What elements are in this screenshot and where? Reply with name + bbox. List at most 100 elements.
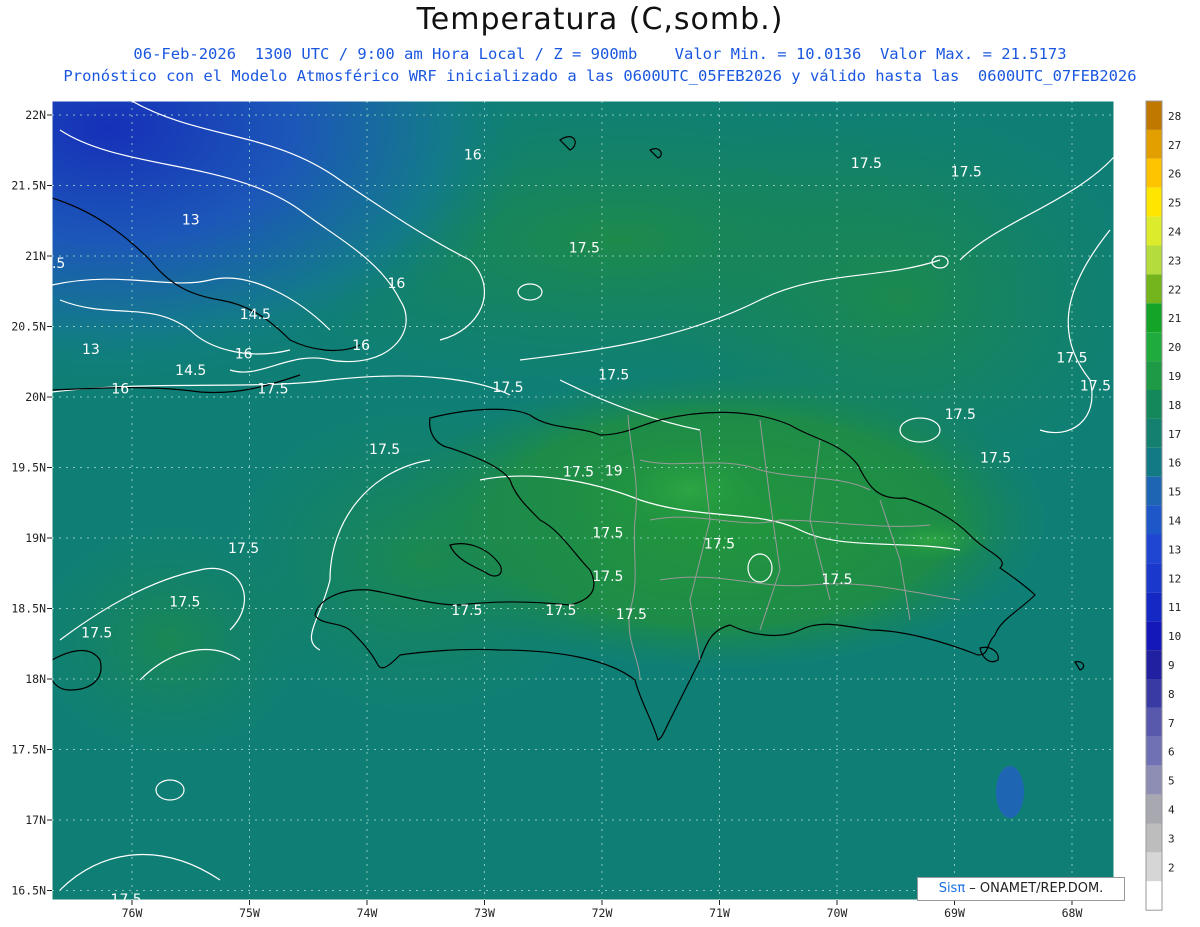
colorbar-label: 15 (1168, 486, 1181, 499)
lon-tick-label: 68W (1062, 906, 1083, 920)
colorbar-swatch (1146, 216, 1162, 246)
cibao-warm-core (600, 440, 780, 540)
lat-tick-label: 21N (25, 249, 46, 263)
colorbar-swatch (1146, 736, 1162, 766)
colorbar-label: 4 (1168, 804, 1175, 817)
credit-box: Sisπ – ONAMET/REP.DOM. (917, 877, 1125, 901)
colorbar-swatch (1146, 534, 1162, 564)
lon-tick-label: 72W (592, 906, 613, 920)
colorbar-swatch (1146, 765, 1162, 795)
colorbar-swatch (1146, 332, 1162, 362)
colorbar-label: 20 (1168, 341, 1181, 354)
colorbar-label: 8 (1168, 688, 1175, 701)
colorbar-swatch (1146, 679, 1162, 708)
lat-tick-label: 19N (25, 531, 46, 545)
contour-label: 16 (387, 276, 405, 292)
contour-label: 17.5 (492, 380, 523, 396)
colorbar-swatch (1146, 418, 1162, 448)
colorbar-label: 2 (1168, 861, 1175, 874)
contour-label: 16 (352, 338, 370, 354)
colorbar-swatch (1146, 187, 1162, 217)
colorbar-swatch (1146, 650, 1162, 679)
contour-label: 17.5 (616, 607, 647, 623)
contour-label: 17.5 (592, 525, 623, 541)
colorbar-swatch (1146, 390, 1162, 419)
lat-tick-label: 19.5N (11, 461, 46, 475)
colorbar-label: 28 (1168, 110, 1181, 123)
colorbar-label: 16 (1168, 457, 1181, 470)
colorbar-swatch (1146, 447, 1162, 477)
contour-label: 17.5 (598, 367, 629, 383)
lat-tick-label: 21.5N (11, 179, 46, 193)
contour-label: 17.5 (851, 156, 882, 172)
colorbar-label: 18 (1168, 399, 1181, 412)
contour-label: 19 (605, 463, 623, 479)
contour-label: 16 (235, 346, 253, 362)
contour-label: 17.5 (821, 572, 852, 588)
colorbar-swatch (1146, 794, 1162, 824)
colorbar-swatch (1146, 158, 1162, 188)
contour-label: 17.5 (945, 407, 976, 423)
colorbar-swatch (1146, 592, 1162, 622)
colorbar-label: 3 (1168, 832, 1175, 845)
colorbar-label: 14 (1168, 515, 1182, 528)
colorbar-label: 10 (1168, 630, 1181, 643)
lat-tick-label: 17N (25, 813, 46, 827)
contour-label: 13 (182, 212, 200, 228)
lon-tick-label: 69W (944, 906, 965, 920)
colorbar-label: 23 (1168, 254, 1181, 267)
colorbar-swatch (1146, 129, 1162, 159)
colorbar-swatch (1146, 505, 1162, 535)
lat-tick-label: 22N (25, 108, 46, 122)
lon-tick-label: 70W (827, 906, 848, 920)
credit-brand: Sisπ (938, 881, 966, 896)
contour-label: 17.5 (1056, 351, 1087, 367)
cold-northwest-region (52, 101, 612, 441)
lon-tick-label: 74W (357, 906, 378, 920)
longitude-axis: 76W 75W 74W 73W 72W 71W 70W 69W 68W (122, 900, 1083, 920)
colorbar-swatch (1146, 101, 1162, 130)
colorbar-label: 19 (1168, 370, 1181, 383)
contour-label: 17.5 (592, 569, 623, 585)
contour-label: 17.5 (980, 451, 1011, 467)
colorbar-label: 27 (1168, 139, 1181, 152)
contour-label: 17.5 (81, 625, 112, 641)
lat-tick-label: 20N (25, 390, 46, 404)
contour-label: 16 (111, 382, 129, 398)
colorbar-label: 7 (1168, 717, 1175, 730)
lon-tick-label: 75W (239, 906, 260, 920)
lon-tick-label: 71W (709, 906, 730, 920)
colorbar-swatch (1146, 621, 1162, 651)
contour-label: 17.5 (228, 541, 259, 557)
lon-tick-label: 76W (122, 906, 143, 920)
colorbar-label: 22 (1168, 283, 1181, 296)
colorbar-swatch (1146, 274, 1162, 304)
colorbar-swatch (1146, 823, 1162, 853)
colorbar-label: 13 (1168, 543, 1181, 556)
colorbar: 2827262524232221201918171615141312111098… (1145, 100, 1182, 911)
contour-label: 17.5 (169, 594, 200, 610)
colorbar-label: 24 (1168, 226, 1182, 239)
colorbar-swatch (1146, 563, 1162, 593)
lat-tick-label: 17.5N (11, 743, 46, 757)
lat-tick-label: 18.5N (11, 602, 46, 616)
colorbar-swatch (1146, 476, 1162, 506)
jamaica-channel-region (52, 520, 310, 760)
cold-spot-southeast (996, 766, 1024, 818)
lon-tick-label: 73W (474, 906, 495, 920)
colorbar-label: 12 (1168, 572, 1181, 585)
contour-label: 14.5 (175, 363, 206, 379)
contour-label: 17.5 (704, 537, 735, 553)
colorbar-label: 6 (1168, 746, 1175, 759)
contour-label: 17.5 (1080, 379, 1111, 395)
contour-label: 17.5 (545, 603, 576, 619)
colorbar-label: 26 (1168, 168, 1181, 181)
lat-tick-label: 18N (25, 672, 46, 686)
colorbar-label: 11 (1168, 601, 1181, 614)
colorbar-swatch (1146, 707, 1162, 737)
colorbar-label: 25 (1168, 197, 1181, 210)
colorbar-swatch (1146, 881, 1162, 911)
lat-tick-label: 16.5N (11, 884, 46, 898)
contour-label: 17.5 (451, 603, 482, 619)
credit-org: – ONAMET/REP.DOM. (965, 881, 1104, 896)
